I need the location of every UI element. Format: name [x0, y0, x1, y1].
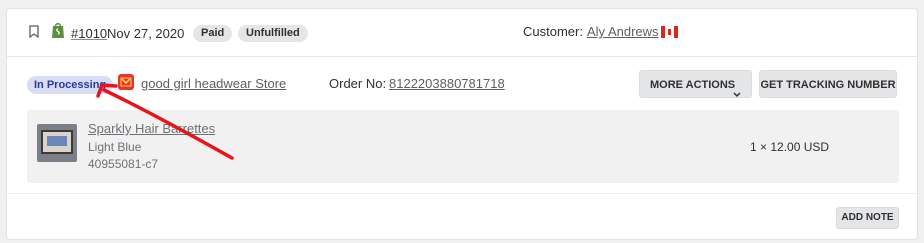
get-tracking-number-button[interactable]: GET TRACKING NUMBER: [759, 70, 897, 98]
order-date: Nov 27, 2020: [107, 26, 185, 41]
store-name-link[interactable]: good girl headwear Store: [141, 76, 286, 91]
chevron-down-icon: [733, 81, 741, 109]
product-thumbnail[interactable]: [37, 124, 77, 162]
product-variant: Light Blue: [88, 140, 142, 154]
divider: [7, 193, 917, 194]
product-sku: 40955081-c7: [88, 157, 159, 171]
customer-name-link[interactable]: Aly Andrews: [587, 24, 659, 39]
order-number-link[interactable]: #1010: [71, 26, 107, 41]
customer-label: Customer:: [523, 24, 583, 39]
paid-badge: Paid: [193, 25, 233, 42]
canada-flag-icon: [661, 26, 678, 38]
unfulfilled-badge: Unfulfilled: [238, 25, 308, 42]
order-header: #1010 Nov 27, 2020 Paid Unfulfilled Cust…: [7, 9, 917, 57]
product-title-link[interactable]: Sparkly Hair Barrettes: [88, 121, 215, 136]
shopify-bag-icon: [51, 22, 65, 44]
bookmark-icon[interactable]: [29, 25, 39, 43]
more-actions-button[interactable]: MORE ACTIONS: [639, 70, 752, 98]
supplier-order-number-link[interactable]: 8122203880781718: [389, 76, 505, 91]
store-icon: [118, 74, 134, 90]
more-actions-label: MORE ACTIONS: [650, 79, 736, 91]
line-item: Sparkly Hair Barrettes Light Blue 409550…: [27, 110, 899, 183]
quantity-price: 1 × 12.00 USD: [750, 140, 830, 154]
order-no-label: Order No:: [329, 76, 387, 91]
status-badge: In Processing: [27, 76, 114, 94]
order-card: #1010 Nov 27, 2020 Paid Unfulfilled Cust…: [6, 8, 918, 240]
add-note-button[interactable]: ADD NOTE: [836, 207, 899, 229]
